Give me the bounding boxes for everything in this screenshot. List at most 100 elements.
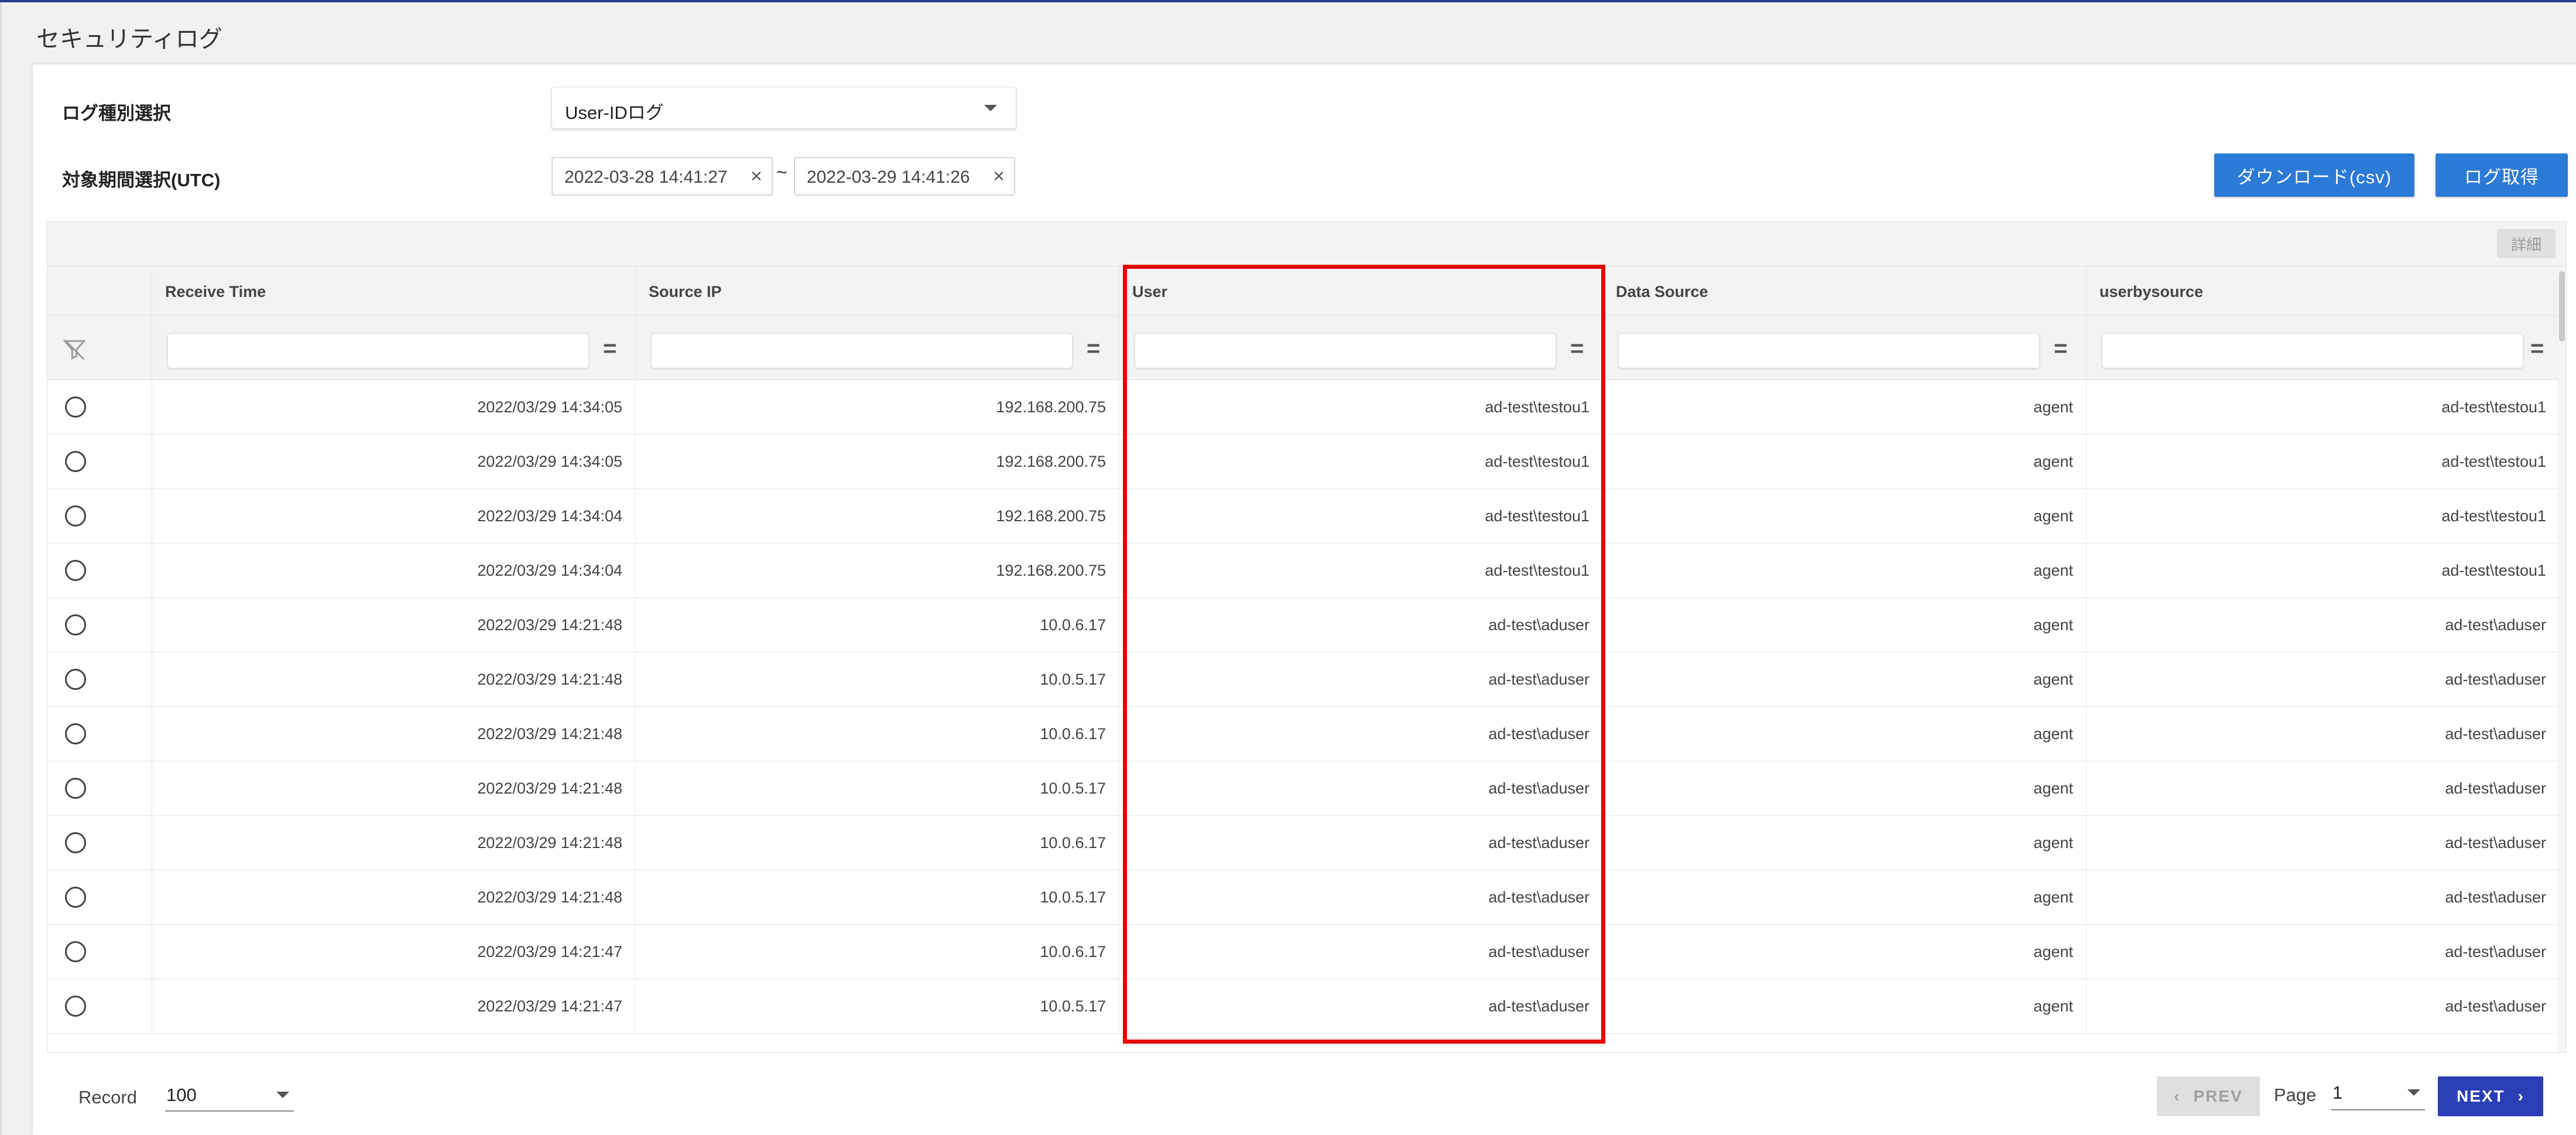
row-radio[interactable] <box>65 778 86 799</box>
cell-receive-time: 2022/03/29 14:21:48 <box>152 870 635 925</box>
cell-userbysource: ad-test\aduser <box>2086 761 2559 816</box>
page-label: Page <box>2274 1085 2317 1105</box>
filter-operator-icon[interactable]: = <box>2530 336 2544 362</box>
cell-receive-time: 2022/03/29 14:21:48 <box>152 761 635 816</box>
cell-data-source: agent <box>1602 707 2086 761</box>
filter-cell-receive-time: = <box>152 316 635 380</box>
cell-data-source: agent <box>1602 543 2086 598</box>
row-radio[interactable] <box>65 832 86 853</box>
cell-receive-time: 2022/03/29 14:21:48 <box>152 816 635 870</box>
row-radio[interactable] <box>65 560 86 581</box>
cell-data-source: agent <box>1602 380 2086 435</box>
cell-data-source: agent <box>1602 979 2086 1034</box>
detail-button[interactable]: 詳細 <box>2497 229 2556 258</box>
fetch-log-button[interactable]: ログ取得 <box>2435 153 2568 197</box>
filter-operator-icon[interactable]: = <box>2054 336 2067 362</box>
chevron-right-icon: › <box>2517 1087 2524 1105</box>
cell-source-ip: 10.0.6.17 <box>635 816 1119 870</box>
cell-data-source: agent <box>1602 435 2086 489</box>
row-select-cell <box>47 925 152 979</box>
row-select-cell <box>47 598 152 652</box>
filter-input-receive-time[interactable] <box>167 333 589 368</box>
cell-userbysource: ad-test\aduser <box>2086 598 2559 652</box>
chevron-left-icon: ‹ <box>2174 1087 2181 1105</box>
row-radio[interactable] <box>65 396 86 418</box>
filter-input-source-ip[interactable] <box>651 333 1073 368</box>
filter-cell-data-source: = <box>1602 316 2086 380</box>
filter-clear-cell <box>47 316 152 380</box>
row-select-cell <box>47 543 152 598</box>
cell-data-source: agent <box>1602 761 2086 816</box>
cell-source-ip: 192.168.200.75 <box>635 435 1119 489</box>
row-radio[interactable] <box>65 723 86 744</box>
header-userbysource[interactable]: userbysource <box>2086 266 2559 316</box>
cell-data-source: agent <box>1602 870 2086 925</box>
clear-filter-icon[interactable] <box>61 337 87 363</box>
filter-input-userbysource[interactable] <box>2102 333 2523 368</box>
clear-date-from-icon[interactable]: × <box>751 165 762 188</box>
row-radio[interactable] <box>65 669 86 690</box>
cell-data-source: agent <box>1602 489 2086 543</box>
date-to-field[interactable]: 2022-03-29 14:41:26 × <box>794 157 1015 196</box>
cell-userbysource: ad-test\aduser <box>2086 870 2559 925</box>
log-type-label: ログ種別選択 <box>62 103 171 124</box>
cell-source-ip: 10.0.6.17 <box>635 707 1119 761</box>
cell-source-ip: 10.0.6.17 <box>635 598 1119 652</box>
filter-cell-source-ip: = <box>635 316 1119 380</box>
record-label: Record <box>78 1087 137 1107</box>
cell-source-ip: 10.0.5.17 <box>635 652 1119 707</box>
log-type-value: User-IDログ <box>565 102 664 123</box>
period-label: 対象期間選択(UTC) <box>62 170 221 190</box>
cell-userbysource: ad-test\testou1 <box>2086 543 2559 598</box>
header-source-ip[interactable]: Source IP <box>635 266 1119 316</box>
date-to-value: 2022-03-29 14:41:26 <box>807 167 970 187</box>
cell-source-ip: 10.0.5.17 <box>635 761 1119 816</box>
chevron-down-icon <box>984 105 997 111</box>
header-data-source[interactable]: Data Source <box>1602 266 2086 316</box>
vertical-scrollbar[interactable] <box>2558 266 2566 1052</box>
row-select-cell <box>47 816 152 870</box>
cell-receive-time: 2022/03/29 14:34:05 <box>152 435 635 489</box>
cell-userbysource: ad-test\aduser <box>2086 652 2559 707</box>
record-select[interactable]: 100 <box>165 1079 294 1112</box>
row-select-cell <box>47 435 152 489</box>
row-radio[interactable] <box>65 887 86 908</box>
cell-source-ip: 10.0.5.17 <box>635 870 1119 925</box>
cell-receive-time: 2022/03/29 14:21:48 <box>152 652 635 707</box>
row-radio[interactable] <box>65 996 86 1017</box>
cell-receive-time: 2022/03/29 14:21:48 <box>152 707 635 761</box>
clear-date-to-icon[interactable]: × <box>993 165 1005 188</box>
date-from-field[interactable]: 2022-03-28 14:41:27 × <box>551 157 773 196</box>
row-select-cell <box>47 761 152 816</box>
row-radio[interactable] <box>65 614 86 635</box>
date-from-value: 2022-03-28 14:41:27 <box>564 167 728 187</box>
row-select-cell <box>47 489 152 543</box>
cell-receive-time: 2022/03/29 14:34:04 <box>152 489 635 543</box>
prev-button[interactable]: ‹ PREV <box>2157 1076 2260 1116</box>
cell-userbysource: ad-test\aduser <box>2086 925 2559 979</box>
log-type-select[interactable]: User-IDログ <box>551 87 1016 129</box>
grid-toolbar: 詳細 <box>47 222 2566 266</box>
cell-source-ip: 192.168.200.75 <box>635 380 1119 435</box>
cell-source-ip: 192.168.200.75 <box>635 543 1119 598</box>
row-select-cell <box>47 652 152 707</box>
cell-receive-time: 2022/03/29 14:21:47 <box>152 925 635 979</box>
range-separator: ~ <box>776 162 787 183</box>
next-button[interactable]: NEXT › <box>2438 1076 2543 1116</box>
filter-input-data-source[interactable] <box>1618 333 2040 368</box>
filter-operator-icon[interactable]: = <box>603 336 616 362</box>
header-receive-time[interactable]: Receive Time <box>152 266 635 316</box>
row-select-cell <box>47 979 152 1034</box>
row-radio[interactable] <box>65 451 86 472</box>
cell-userbysource: ad-test\aduser <box>2086 707 2559 761</box>
scrollbar-thumb[interactable] <box>2559 271 2565 341</box>
row-radio[interactable] <box>65 505 86 527</box>
header-select-column <box>47 266 152 316</box>
page-select[interactable]: 1 <box>2331 1076 2425 1110</box>
chevron-down-icon <box>2407 1089 2420 1096</box>
page-value: 1 <box>2332 1082 2343 1103</box>
filter-operator-icon[interactable]: = <box>1087 336 1100 362</box>
download-csv-button[interactable]: ダウンロード(csv) <box>2214 153 2414 197</box>
row-radio[interactable] <box>65 941 86 962</box>
cell-source-ip: 10.0.6.17 <box>635 925 1119 979</box>
